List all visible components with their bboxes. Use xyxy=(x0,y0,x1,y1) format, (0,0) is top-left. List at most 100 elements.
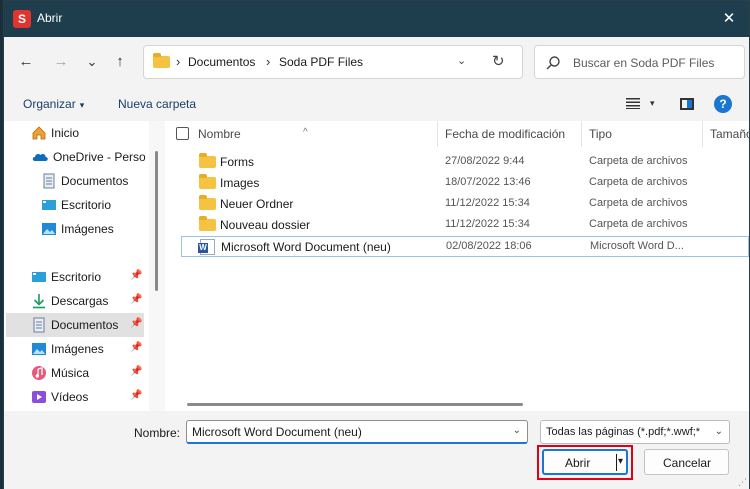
sidebar-item-label: Escritorio xyxy=(61,198,112,212)
sidebar-item-label: Inicio xyxy=(51,126,80,140)
pin-icon: 📌 xyxy=(130,342,143,353)
open-button[interactable]: Abrir ▾ xyxy=(542,449,628,475)
arrow-up-icon: ↑ xyxy=(116,53,124,70)
breadcrumb-documentos[interactable]: Documentos xyxy=(188,55,255,69)
breadcrumb-separator-icon: › xyxy=(176,54,181,69)
open-file-dialog: S Abrir ✕ ← → ⌄ ↑ › Documentos › Soda PD… xyxy=(3,0,750,489)
cancel-button[interactable]: Cancelar xyxy=(644,449,729,475)
select-all-checkbox[interactable] xyxy=(176,127,189,140)
column-header-date[interactable]: Fecha de modificación xyxy=(438,121,581,147)
file-type: Carpeta de archivos xyxy=(589,197,688,209)
sidebar-item-escritorio[interactable]: Escritorio 📌 xyxy=(6,265,144,289)
sidebar-item-escritorio-onedrive[interactable]: Escritorio xyxy=(6,193,144,217)
folder-icon xyxy=(199,174,216,189)
search-icon xyxy=(546,56,560,70)
file-row-images[interactable]: Images 18/07/2022 13:46 Carpeta de archi… xyxy=(181,173,749,194)
document-icon xyxy=(43,173,55,189)
command-toolbar: Organizar ▾ Nueva carpeta ▾ ? xyxy=(4,87,749,121)
sidebar-item-musica[interactable]: Música 📌 xyxy=(6,361,144,385)
sidebar-item-videos[interactable]: Vídeos 📌 xyxy=(6,385,144,409)
file-row-word-document[interactable]: Microsoft Word Document (neu) 02/08/2022… xyxy=(181,236,749,257)
pin-icon: 📌 xyxy=(130,294,143,305)
sidebar-item-documentos-onedrive[interactable]: Documentos xyxy=(6,169,144,193)
sidebar-item-label: Vídeos xyxy=(51,390,89,404)
recent-locations-button[interactable]: ⌄ xyxy=(80,50,104,74)
help-icon[interactable]: ? xyxy=(714,95,732,113)
chevron-down-icon: ⌄ xyxy=(714,426,723,437)
scrollbar-thumb[interactable] xyxy=(155,151,158,291)
sidebar-item-label: Música xyxy=(51,366,90,380)
file-date: 18/07/2022 13:46 xyxy=(445,176,531,188)
up-button[interactable]: ↑ xyxy=(108,50,132,74)
file-type: Carpeta de archivos xyxy=(589,218,688,230)
file-name: Microsoft Word Document (neu) xyxy=(221,240,391,254)
file-name-input[interactable]: Microsoft Word Document (neu) ⌄ xyxy=(186,420,528,444)
breadcrumb-soda-pdf-files[interactable]: Soda PDF Files xyxy=(279,55,363,69)
column-header-type[interactable]: Tipo xyxy=(582,121,702,147)
search-placeholder: Buscar en Soda PDF Files xyxy=(573,56,715,70)
file-type-select[interactable]: Todas las páginas (*.pdf;*.wwf;* ⌄ xyxy=(540,420,730,444)
column-header-size[interactable]: Tamaño xyxy=(703,121,749,147)
preview-pane-icon[interactable] xyxy=(680,98,694,110)
desktop-icon xyxy=(42,200,56,210)
file-date: 11/12/2022 15:34 xyxy=(445,197,530,209)
sidebar-item-descargas[interactable]: Descargas 📌 xyxy=(6,289,144,313)
address-bar[interactable]: › Documentos › Soda PDF Files ⌄ ↻ xyxy=(143,45,523,79)
file-type: Carpeta de archivos xyxy=(589,176,688,188)
file-row-nouveau-dossier[interactable]: Nouveau dossier 11/12/2022 15:34 Carpeta… xyxy=(181,215,749,236)
file-date: 27/08/2022 9:44 xyxy=(445,155,525,167)
sidebar-item-imagenes-onedrive[interactable]: Imágenes xyxy=(6,217,144,241)
download-icon xyxy=(33,294,45,309)
file-name: Nouveau dossier xyxy=(220,218,311,232)
column-label: Tipo xyxy=(589,127,612,141)
sidebar-item-inicio[interactable]: Inicio xyxy=(6,121,144,145)
sidebar-item-onedrive[interactable]: OneDrive - Person xyxy=(6,145,145,169)
search-box[interactable]: Buscar en Soda PDF Files xyxy=(534,45,745,79)
list-view-icon[interactable] xyxy=(626,97,640,109)
sort-ascending-icon: ^ xyxy=(303,127,308,138)
sidebar-item-label: Escritorio xyxy=(51,270,102,284)
pin-icon: 📌 xyxy=(130,270,143,281)
sidebar-item-label: Documentos xyxy=(61,174,129,188)
caret-down-icon: ▾ xyxy=(79,100,85,110)
address-dropdown-icon[interactable]: ⌄ xyxy=(457,54,466,67)
file-list-horizontal-scrollbar[interactable] xyxy=(165,399,749,411)
file-name: Neuer Ordner xyxy=(220,197,294,211)
open-button-label: Abrir xyxy=(565,456,591,470)
sidebar-scrollbar[interactable] xyxy=(149,121,165,411)
arrow-right-icon: → xyxy=(53,53,69,70)
close-button[interactable]: ✕ xyxy=(709,1,749,37)
pin-icon: 📌 xyxy=(130,318,143,329)
file-name: Images xyxy=(220,176,260,190)
open-options-caret-icon[interactable]: ▾ xyxy=(618,456,623,467)
column-label: Tamaño xyxy=(710,127,749,141)
soda-pdf-app-icon: S xyxy=(13,10,31,28)
sidebar-item-label: Imágenes xyxy=(61,222,114,236)
navigation-pane: Inicio OneDrive - Person Documentos Escr… xyxy=(4,121,149,411)
sidebar-item-imagenes[interactable]: Imágenes 📌 xyxy=(6,337,144,361)
scrollbar-thumb[interactable] xyxy=(187,403,523,406)
refresh-icon[interactable]: ↻ xyxy=(492,52,505,70)
column-header-name[interactable]: Nombre ^ xyxy=(165,121,437,147)
document-icon xyxy=(33,317,45,333)
title-bar[interactable]: S Abrir ✕ xyxy=(4,1,749,37)
view-options-caret-icon[interactable]: ▾ xyxy=(650,98,655,109)
file-type: Microsoft Word D... xyxy=(590,240,684,252)
chevron-down-icon[interactable]: ⌄ xyxy=(513,425,521,436)
sidebar-item-documentos[interactable]: Documentos 📌 xyxy=(6,313,144,337)
new-folder-button[interactable]: Nueva carpeta xyxy=(118,97,196,111)
video-icon xyxy=(32,391,46,403)
folder-icon xyxy=(199,195,216,210)
cloud-icon xyxy=(32,153,48,161)
organize-menu-button[interactable]: Organizar ▾ xyxy=(23,97,84,111)
resize-grip-icon[interactable]: ⋰ xyxy=(738,477,747,488)
forward-button[interactable]: → xyxy=(49,50,73,74)
file-row-forms[interactable]: Forms 27/08/2022 9:44 Carpeta de archivo… xyxy=(181,152,749,173)
desktop-icon xyxy=(32,272,46,282)
back-button[interactable]: ← xyxy=(14,50,38,74)
folder-icon xyxy=(199,153,216,168)
column-label: Nombre xyxy=(198,127,241,141)
file-date: 11/12/2022 15:34 xyxy=(445,218,530,230)
file-row-neuer-ordner[interactable]: Neuer Ordner 11/12/2022 15:34 Carpeta de… xyxy=(181,194,749,215)
image-icon xyxy=(42,223,56,235)
